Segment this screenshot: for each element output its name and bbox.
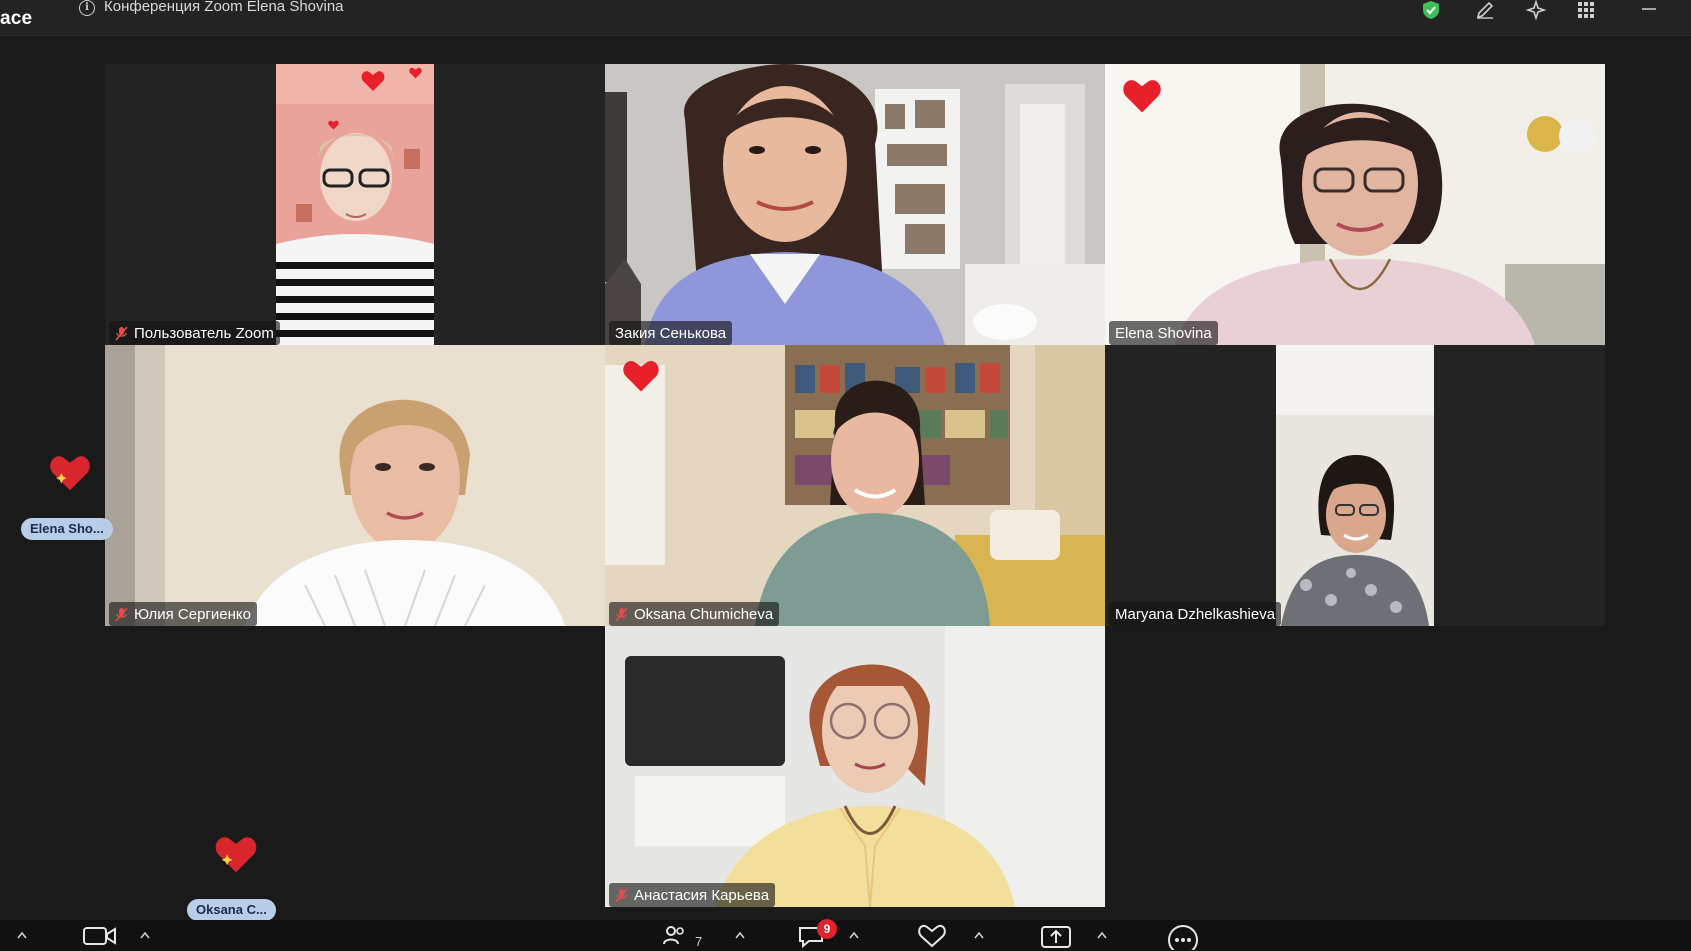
share-options-caret-icon[interactable]: [1096, 930, 1108, 940]
participant-name: Закия Сенькова: [615, 324, 727, 342]
video-camera-icon[interactable]: [83, 924, 117, 946]
chat-options-caret-icon[interactable]: [848, 930, 860, 940]
heart-icon: [621, 359, 661, 393]
more-options-icon[interactable]: [1167, 924, 1199, 950]
participant-video: [605, 626, 1105, 907]
video-tile-participant-2[interactable]: Закия Сенькова: [605, 64, 1105, 345]
participant-video: [605, 64, 1105, 345]
reaction-heart-icon: [48, 454, 92, 492]
heart-icon: [1121, 78, 1163, 114]
title-bar: ace i Конференция Zoom Elena Shovina: [0, 0, 1691, 36]
video-tile-participant-4[interactable]: Юлия Сергиенко: [105, 345, 605, 626]
share-screen-icon[interactable]: [1040, 924, 1072, 948]
participant-name-tag: Maryana Dzhelkashieva: [1109, 602, 1282, 626]
annotate-pen-icon[interactable]: [1474, 0, 1496, 20]
app-name: ace: [0, 8, 33, 29]
meeting-controls-toolbar: 7 9: [0, 919, 1691, 951]
reactions-options-caret-icon[interactable]: [973, 930, 985, 940]
mic-muted-icon: [115, 606, 128, 622]
heart-icon: [409, 67, 422, 79]
participant-name: Пользователь Zoom: [134, 324, 274, 342]
audio-options-caret-icon[interactable]: [16, 930, 28, 940]
participant-video: [1105, 64, 1605, 345]
participant-name: Анастасия Карьева: [634, 886, 770, 904]
participant-name-tag: Юлия Сергиенко: [109, 602, 257, 626]
video-tile-participant-5[interactable]: Oksana Chumicheva: [605, 345, 1105, 626]
mic-muted-icon: [615, 887, 628, 903]
heart-icon: [328, 120, 339, 130]
chat-unread-badge: 9: [817, 919, 837, 939]
participant-name-tag: Пользователь Zoom: [109, 321, 280, 345]
video-gallery: Пользователь Zoom Закия Сенькова Elena S…: [0, 36, 1691, 921]
participant-name: Elena Shovina: [1115, 324, 1212, 342]
participant-name-tag: Elena Shovina: [1109, 321, 1218, 345]
reaction-sender-label: Elena Sho...: [21, 518, 113, 540]
video-tile-participant-6[interactable]: Maryana Dzhelkashieva: [1105, 345, 1605, 626]
reaction-sender-label: Oksana C...: [187, 899, 276, 921]
participant-name-tag: Закия Сенькова: [609, 321, 733, 345]
participants-icon[interactable]: [663, 924, 687, 946]
video-tile-participant-7[interactable]: Анастасия Карьева: [605, 626, 1105, 907]
mic-muted-icon: [115, 325, 128, 341]
ai-companion-sparkle-icon[interactable]: [1525, 0, 1547, 20]
participant-name: Юлия Сергиенко: [134, 605, 251, 623]
heart-icon: [361, 70, 385, 92]
participant-name: Oksana Chumicheva: [634, 605, 774, 623]
participants-options-caret-icon[interactable]: [734, 930, 746, 940]
participant-name: Maryana Dzhelkashieva: [1115, 605, 1276, 623]
participant-name-tag: Oksana Chumicheva: [609, 602, 780, 626]
reaction-heart-icon: [213, 835, 259, 874]
video-options-caret-icon[interactable]: [139, 930, 151, 940]
participant-video: [605, 345, 1105, 626]
encryption-shield-icon[interactable]: [1420, 0, 1442, 20]
video-tile-participant-3[interactable]: Elena Shovina: [1105, 64, 1605, 345]
apps-grid-icon[interactable]: [1575, 0, 1597, 20]
participant-video: [105, 345, 605, 626]
participant-name-tag: Анастасия Карьева: [609, 883, 776, 907]
window-title: Конференция Zoom Elena Shovina: [104, 0, 344, 15]
mic-muted-icon: [615, 606, 628, 622]
minimize-icon[interactable]: [1638, 0, 1660, 20]
video-tile-participant-1[interactable]: Пользователь Zoom: [105, 64, 605, 345]
info-icon[interactable]: i: [79, 0, 95, 16]
participants-count: 7: [695, 934, 703, 949]
participant-video: [1276, 345, 1434, 626]
reactions-heart-icon[interactable]: [916, 924, 948, 948]
participant-video: [276, 64, 434, 345]
